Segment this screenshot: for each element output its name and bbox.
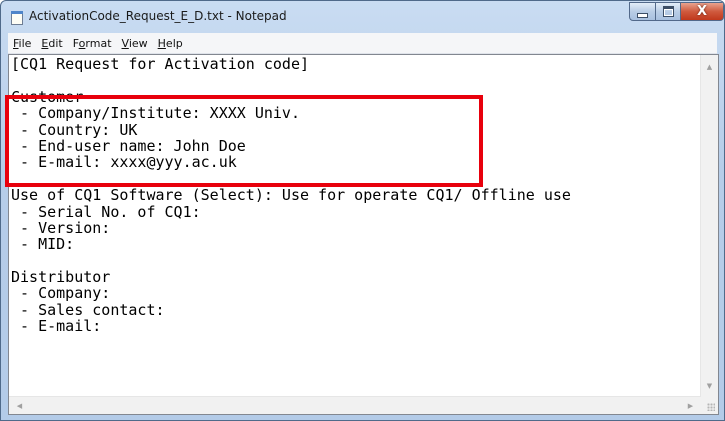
text-line: - MID: bbox=[11, 235, 75, 254]
text-line: Use of CQ1 Software (Select): Use for op… bbox=[11, 186, 571, 205]
text-line bbox=[11, 171, 701, 187]
text-line: - E-mail: xxxx@yyy.ac.uk bbox=[11, 153, 237, 172]
title-bar[interactable]: ActivationCode_Request_E_D.txt - Notepad… bbox=[1, 1, 724, 33]
text-line bbox=[11, 72, 701, 88]
text-editor[interactable]: [CQ1 Request for Activation code] Custom… bbox=[8, 54, 719, 415]
minimize-button[interactable] bbox=[629, 2, 656, 21]
notepad-icon[interactable] bbox=[11, 11, 23, 25]
menu-view[interactable]: View bbox=[117, 37, 153, 50]
scroll-down-arrow-icon[interactable]: ▼ bbox=[701, 377, 718, 394]
menu-bar: File Edit Format View Help bbox=[8, 33, 717, 54]
scroll-up-arrow-icon[interactable]: ▲ bbox=[701, 58, 718, 75]
notepad-window: ActivationCode_Request_E_D.txt - Notepad… bbox=[0, 0, 725, 421]
text-line: - Sales contact: bbox=[11, 300, 165, 319]
close-icon: X bbox=[696, 4, 708, 19]
text-line: Distributor bbox=[11, 268, 111, 287]
menu-help[interactable]: Help bbox=[153, 37, 188, 50]
text-line: Customer bbox=[11, 87, 84, 106]
maximize-icon bbox=[662, 6, 674, 17]
window-title: ActivationCode_Request_E_D.txt - Notepad bbox=[29, 9, 287, 23]
text-line bbox=[11, 253, 701, 269]
text-line: - Company: bbox=[11, 284, 111, 303]
minimize-icon bbox=[637, 12, 648, 18]
horizontal-scrollbar[interactable]: ◀ ▶ bbox=[9, 396, 701, 414]
menu-edit[interactable]: Edit bbox=[36, 37, 67, 50]
scroll-left-arrow-icon[interactable]: ◀ bbox=[11, 397, 28, 414]
menu-file[interactable]: File bbox=[8, 37, 36, 50]
maximize-button[interactable] bbox=[655, 2, 681, 21]
text-line: - Company/Institute: XXXX Univ. bbox=[11, 104, 300, 123]
text-line: - End-user name: John Doe bbox=[11, 136, 246, 155]
resize-grip-icon[interactable] bbox=[701, 397, 718, 414]
text-line: - Version: bbox=[11, 218, 111, 237]
text-line: - Serial No. of CQ1: bbox=[11, 202, 201, 221]
text-line: [CQ1 Request for Activation code] bbox=[11, 56, 310, 73]
text-line: - Country: UK bbox=[11, 120, 138, 139]
vertical-scrollbar[interactable]: ▲ ▼ bbox=[700, 55, 718, 397]
document-text[interactable]: [CQ1 Request for Activation code] Custom… bbox=[11, 56, 701, 396]
scroll-right-arrow-icon[interactable]: ▶ bbox=[682, 397, 699, 414]
text-line: - E-mail: bbox=[11, 317, 102, 336]
menu-format[interactable]: Format bbox=[68, 37, 117, 50]
close-button[interactable]: X bbox=[680, 2, 724, 21]
